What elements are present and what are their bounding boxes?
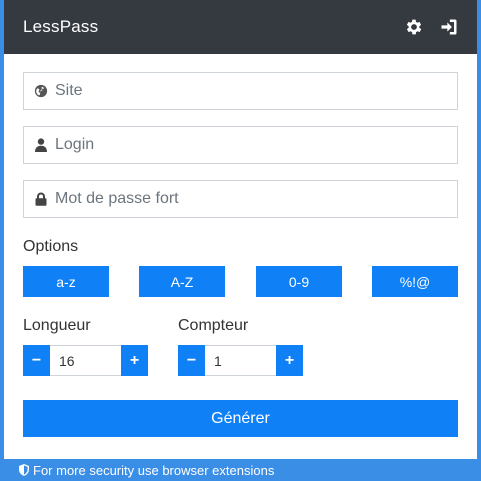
- length-value[interactable]: 16: [50, 345, 121, 376]
- length-stepper: − 16 +: [23, 345, 148, 376]
- digits-option-button[interactable]: 0-9: [256, 266, 342, 297]
- counter-increase-button[interactable]: +: [276, 345, 303, 376]
- master-password-input[interactable]: [55, 184, 445, 214]
- login-input[interactable]: [55, 130, 445, 160]
- site-field[interactable]: [23, 72, 458, 110]
- app-header: LessPass: [4, 0, 477, 54]
- lowercase-option-button[interactable]: a-z: [23, 266, 109, 297]
- counter-label: Compteur: [178, 317, 249, 334]
- symbols-option-button[interactable]: %!@: [372, 266, 458, 297]
- gear-icon[interactable]: [402, 15, 426, 39]
- counter-stepper: − 1 +: [178, 345, 303, 376]
- login-field[interactable]: [23, 126, 458, 164]
- length-label: Longueur: [23, 317, 91, 334]
- length-decrease-button[interactable]: −: [23, 345, 50, 376]
- master-password-field[interactable]: [23, 180, 458, 218]
- lock-icon: [34, 192, 48, 206]
- uppercase-option-button[interactable]: A-Z: [139, 266, 225, 297]
- user-icon: [34, 138, 48, 152]
- app-title: LessPass: [23, 17, 99, 36]
- shield-icon: [19, 464, 29, 476]
- counter-decrease-button[interactable]: −: [178, 345, 205, 376]
- site-input[interactable]: [55, 76, 445, 106]
- globe-icon: [34, 84, 48, 98]
- length-increase-button[interactable]: +: [121, 345, 148, 376]
- counter-value[interactable]: 1: [205, 345, 276, 376]
- footer-text: For more security use browser extensions: [33, 462, 275, 478]
- generate-button[interactable]: Générer: [23, 400, 458, 437]
- options-label: Options: [23, 238, 79, 255]
- sign-in-icon[interactable]: [437, 15, 461, 39]
- footer-banner[interactable]: For more security use browser extensions: [0, 459, 481, 481]
